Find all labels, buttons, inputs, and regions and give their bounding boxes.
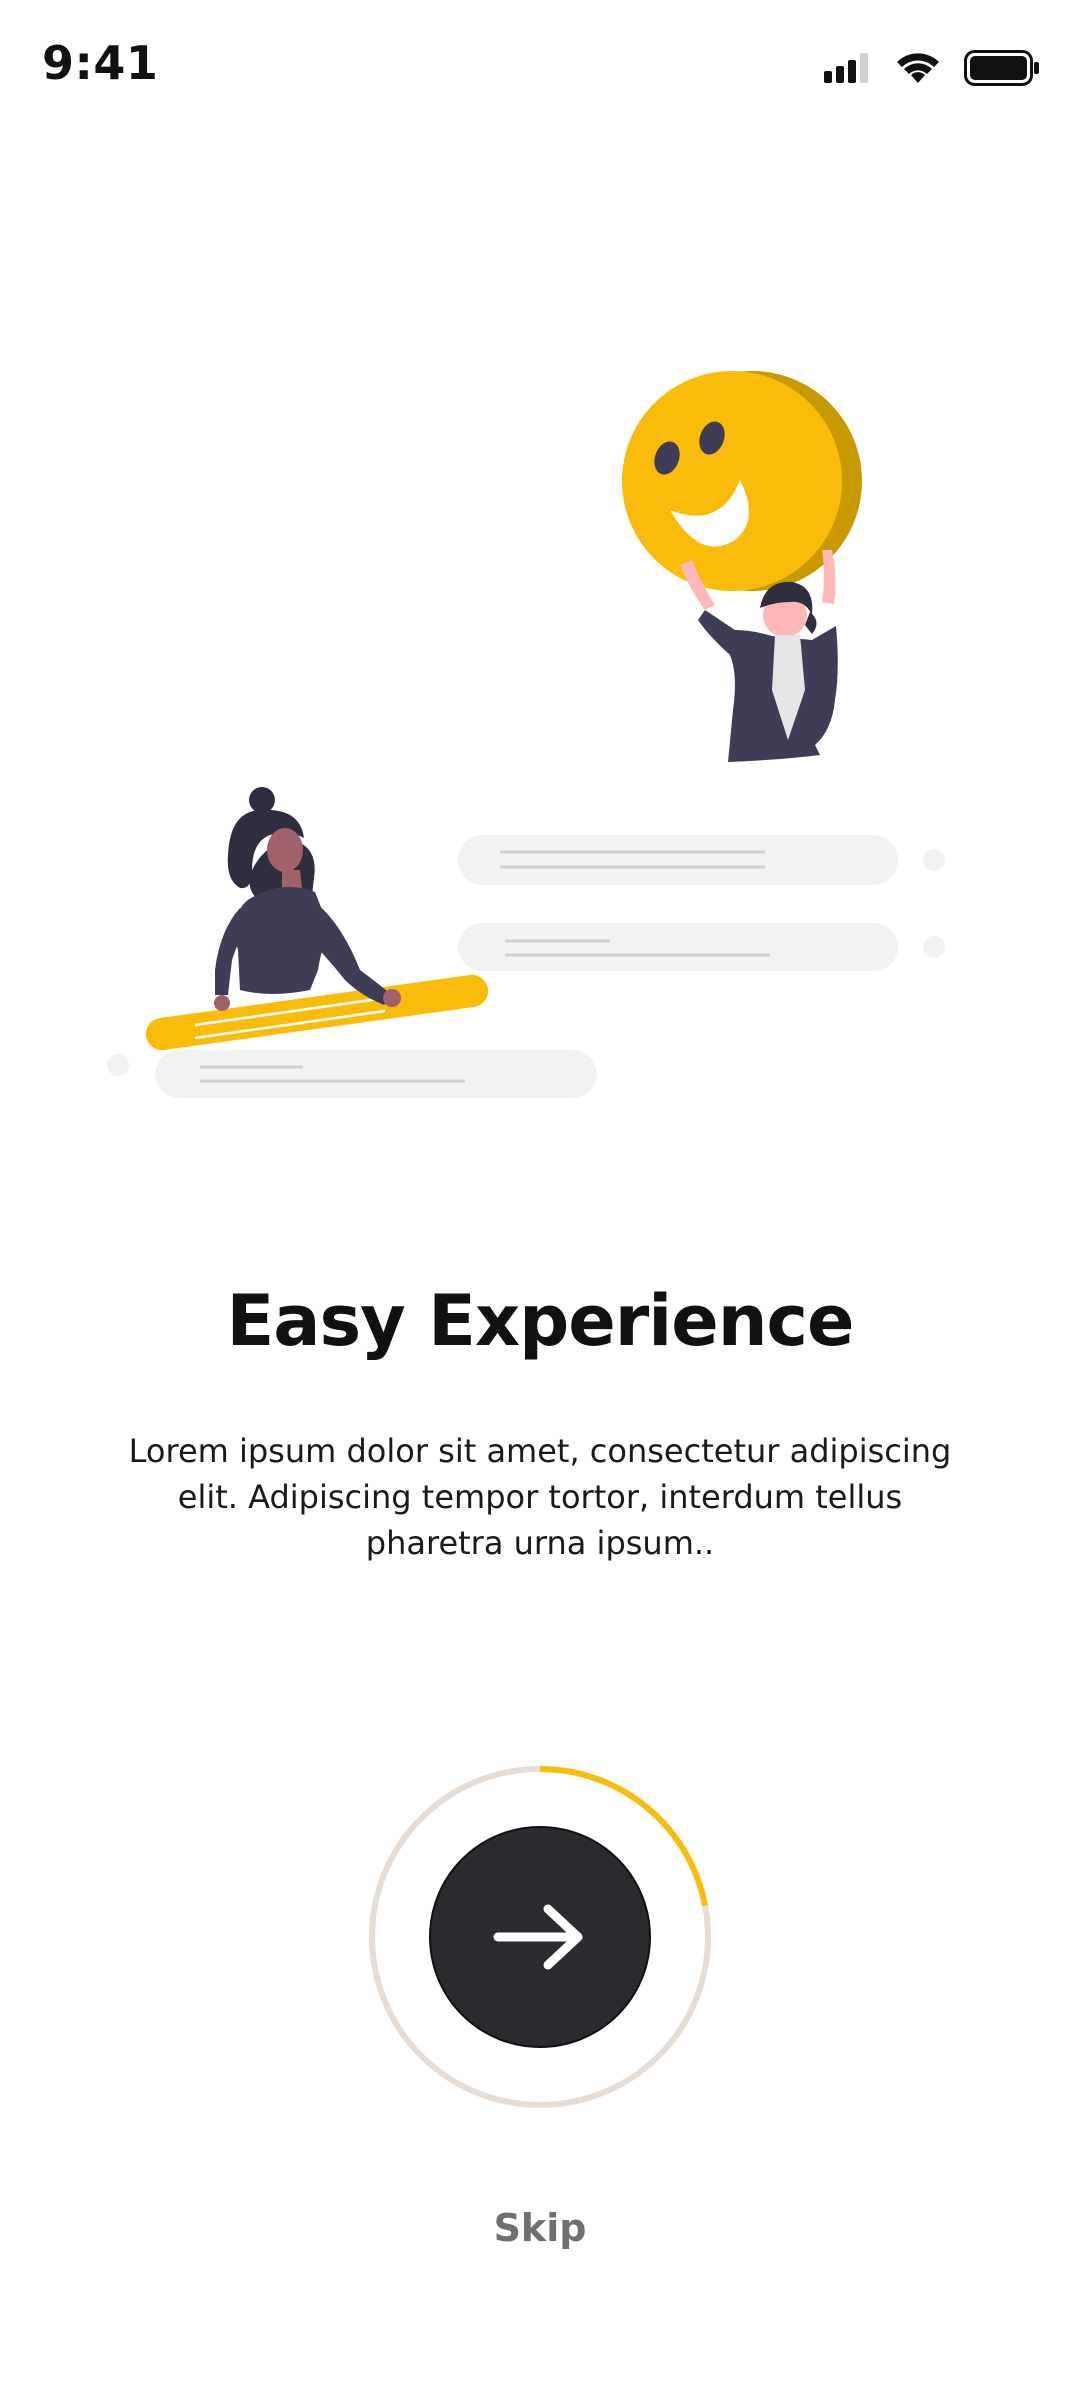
cellular-signal-icon	[824, 53, 868, 83]
next-button[interactable]	[429, 1826, 651, 2048]
status-bar: 9:41	[0, 0, 1080, 140]
wifi-icon	[897, 53, 939, 83]
chat-bubble	[458, 835, 945, 885]
page-title: Easy Experience	[226, 1280, 854, 1362]
chat-bubble	[107, 1050, 597, 1098]
status-icons	[824, 46, 1040, 90]
woman-figure	[214, 787, 401, 1011]
battery-icon	[964, 50, 1039, 86]
chat-bubble	[458, 923, 945, 971]
page-description: Lorem ipsum dolor sit amet, consectetur …	[128, 1432, 952, 1562]
arrow-right-icon	[493, 1904, 583, 1970]
status-time: 9:41	[42, 36, 159, 90]
skip-button[interactable]: Skip	[0, 2206, 1080, 2250]
highlight-bubble	[145, 974, 489, 1051]
onboarding-illustration	[107, 371, 945, 1098]
